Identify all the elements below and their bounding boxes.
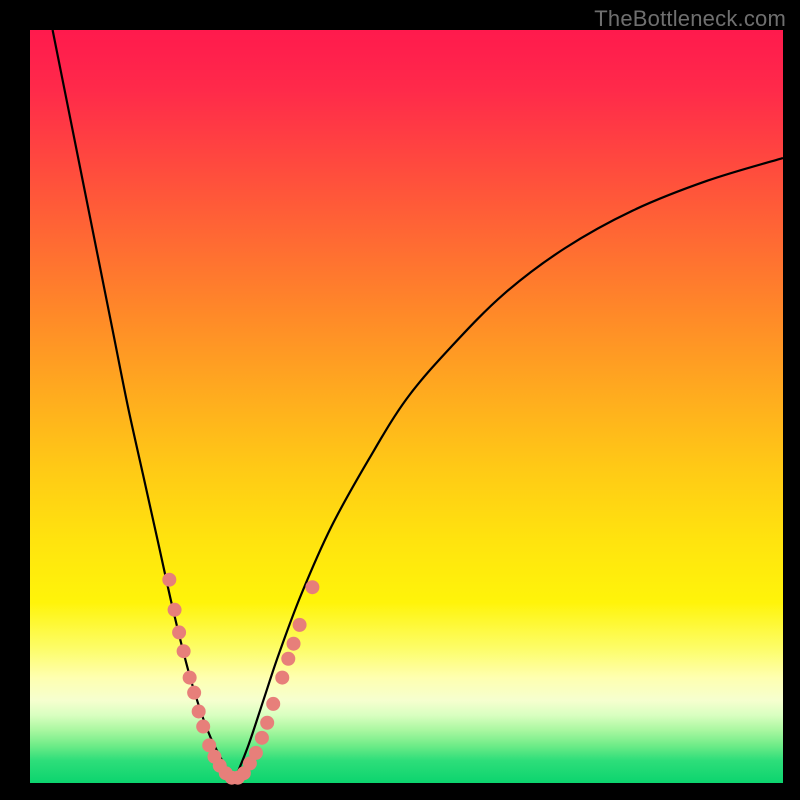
data-marker <box>293 618 307 632</box>
data-marker <box>266 697 280 711</box>
curve-right-branch <box>233 158 783 783</box>
curve-left-branch <box>53 30 234 783</box>
chart-frame: TheBottleneck.com <box>0 0 800 800</box>
plot-area <box>30 30 783 783</box>
data-marker <box>260 716 274 730</box>
data-marker <box>177 644 191 658</box>
data-marker <box>287 637 301 651</box>
chart-svg <box>30 30 783 783</box>
watermark-text: TheBottleneck.com <box>594 6 786 32</box>
data-marker <box>162 573 176 587</box>
data-marker <box>196 720 210 734</box>
data-marker <box>172 625 186 639</box>
data-markers <box>162 573 319 785</box>
data-marker <box>275 671 289 685</box>
data-marker <box>192 704 206 718</box>
data-marker <box>249 746 263 760</box>
data-marker <box>281 652 295 666</box>
data-marker <box>168 603 182 617</box>
data-marker <box>305 580 319 594</box>
data-marker <box>255 731 269 745</box>
data-marker <box>183 671 197 685</box>
data-marker <box>187 686 201 700</box>
